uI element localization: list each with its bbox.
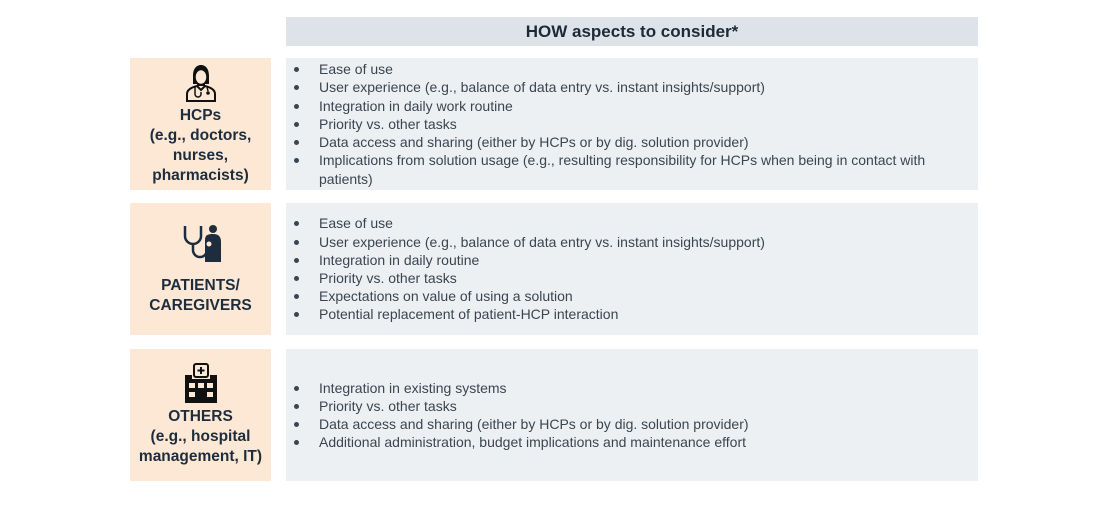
list-item: User experience (e.g., balance of data e… xyxy=(286,233,978,251)
row-label-line: (e.g., doctors, xyxy=(149,127,252,144)
list-item: Integration in daily work routine xyxy=(286,97,978,115)
hospital-icon xyxy=(184,363,217,403)
stethoscope-patient-icon xyxy=(183,225,221,262)
row-label-line: CAREGIVERS xyxy=(149,297,252,314)
table-header: HOW aspects to consider* xyxy=(286,17,978,46)
list-item: Potential replacement of patient-HCP int… xyxy=(286,305,978,323)
list-item: Ease of use xyxy=(286,214,978,232)
list-item: Integration in daily routine xyxy=(286,251,978,269)
list-item: Data access and sharing (either by HCPs … xyxy=(286,133,978,151)
row-label-others: OTHERS (e.g., hospital management, IT) xyxy=(130,349,271,481)
header-title: HOW aspects to consider* xyxy=(525,21,739,41)
row-content-patients: Ease of use User experience (e.g., balan… xyxy=(286,203,978,335)
list-item: Additional administration, budget implic… xyxy=(286,433,978,451)
row-content-others: Integration in existing systems Priority… xyxy=(286,349,978,481)
row-label-line: (e.g., hospital xyxy=(150,428,251,445)
aspect-list: Ease of use User experience (e.g., balan… xyxy=(286,214,978,323)
row-label-line: PATIENTS/ xyxy=(161,277,240,294)
row-label-line: nurses, xyxy=(172,147,229,164)
row-label-line: management, IT) xyxy=(138,448,263,465)
list-item: Implications from solution usage (e.g., … xyxy=(286,151,978,187)
row-label-patients: PATIENTS/ CAREGIVERS xyxy=(130,203,271,335)
list-item: Priority vs. other tasks xyxy=(286,115,978,133)
row-content-hcps: Ease of use User experience (e.g., balan… xyxy=(286,58,978,190)
list-item: Expectations on value of using a solutio… xyxy=(286,287,978,305)
aspect-list: Integration in existing systems Priority… xyxy=(286,379,978,452)
aspect-list: Ease of use User experience (e.g., balan… xyxy=(286,60,978,187)
row-label-line: OTHERS xyxy=(168,408,233,425)
doctor-icon xyxy=(185,65,216,102)
list-item: User experience (e.g., balance of data e… xyxy=(286,78,978,96)
list-item: Priority vs. other tasks xyxy=(286,269,978,287)
row-label-line: pharmacists) xyxy=(152,167,249,184)
list-item: Integration in existing systems xyxy=(286,379,978,397)
list-item: Ease of use xyxy=(286,60,978,78)
list-item: Data access and sharing (either by HCPs … xyxy=(286,415,978,433)
row-label-hcps: HCPs (e.g., doctors, nurses, pharmacists… xyxy=(130,58,271,190)
list-item: Priority vs. other tasks xyxy=(286,397,978,415)
row-label-line: HCPs xyxy=(179,107,222,124)
